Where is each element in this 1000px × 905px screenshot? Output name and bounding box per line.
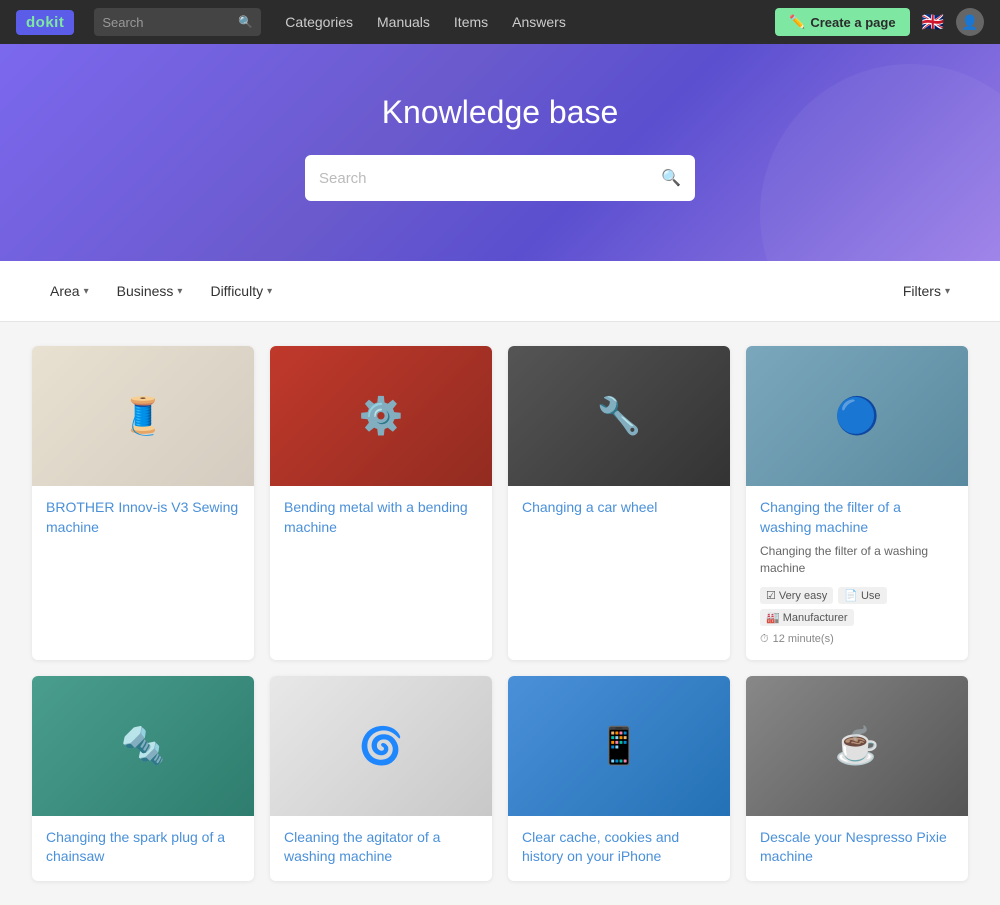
logo[interactable]: dokit <box>16 10 74 35</box>
card-body: Cleaning the agitator of a washing machi… <box>270 816 492 881</box>
difficulty-chevron-icon: ▾ <box>267 286 272 297</box>
card-title[interactable]: BROTHER Innov-is V3 Sewing machine <box>46 499 238 535</box>
card-body: Changing the filter of a washing machine… <box>746 486 968 660</box>
filters-chevron-icon: ▾ <box>945 286 950 297</box>
card-body: Descale your Nespresso Pixie machine <box>746 816 968 881</box>
card-image: ☕ <box>746 676 968 816</box>
card-image: 🔵 <box>746 346 968 486</box>
logo-text: dok <box>26 14 54 31</box>
card-iphone[interactable]: 📱 Clear cache, cookies and history on yo… <box>508 676 730 881</box>
difficulty-filter-button[interactable]: Difficulty ▾ <box>200 277 282 305</box>
card-agitator[interactable]: 🌀 Cleaning the agitator of a washing mac… <box>270 676 492 881</box>
card-title[interactable]: Changing a car wheel <box>522 499 657 515</box>
cards-grid: 🧵 BROTHER Innov-is V3 Sewing machine ⚙️ … <box>32 346 968 881</box>
card-title[interactable]: Bending metal with a bending machine <box>284 499 468 535</box>
card-image: 📱 <box>508 676 730 816</box>
business-filter-button[interactable]: Business ▾ <box>107 277 193 305</box>
card-time: ⏱ 12 minute(s) <box>760 633 954 646</box>
user-icon: 👤 <box>961 14 978 31</box>
card-image: ⚙️ <box>270 346 492 486</box>
card-tag: 📄 Use <box>838 587 886 604</box>
hero-search-icon: 🔍 <box>661 168 681 188</box>
filters-button[interactable]: Filters ▾ <box>893 277 960 305</box>
nav-search-box: 🔍 <box>94 8 261 36</box>
card-title[interactable]: Clear cache, cookies and history on your… <box>522 829 679 865</box>
card-body: Changing a car wheel <box>508 486 730 532</box>
card-image: 🔩 <box>32 676 254 816</box>
card-washing-filter[interactable]: 🔵 Changing the filter of a washing machi… <box>746 346 968 660</box>
card-image: 🌀 <box>270 676 492 816</box>
card-title[interactable]: Descale your Nespresso Pixie machine <box>760 829 947 865</box>
hero-section: Knowledge base 🔍 <box>0 44 1000 261</box>
nav-link-categories[interactable]: Categories <box>285 14 353 30</box>
filters-right: Filters ▾ <box>893 277 960 305</box>
nav-link-manuals[interactable]: Manuals <box>377 14 430 30</box>
card-tag: 🏭 Manufacturer <box>760 609 854 626</box>
card-tag: ☑ Very easy <box>760 587 833 604</box>
card-sewing[interactable]: 🧵 BROTHER Innov-is V3 Sewing machine <box>32 346 254 660</box>
card-body: Bending metal with a bending machine <box>270 486 492 551</box>
card-body: BROTHER Innov-is V3 Sewing machine <box>32 486 254 551</box>
filters-bar: Area ▾ Business ▾ Difficulty ▾ Filters ▾ <box>0 261 1000 322</box>
nav-link-answers[interactable]: Answers <box>512 14 566 30</box>
nav-search-icon: 🔍 <box>238 15 253 29</box>
card-title[interactable]: Changing the spark plug of a chainsaw <box>46 829 225 865</box>
area-filter-button[interactable]: Area ▾ <box>40 277 99 305</box>
card-title[interactable]: Cleaning the agitator of a washing machi… <box>284 829 440 865</box>
card-title[interactable]: Changing the filter of a washing machine <box>760 499 901 535</box>
card-body: Clear cache, cookies and history on your… <box>508 816 730 881</box>
card-wheel[interactable]: 🔧 Changing a car wheel <box>508 346 730 660</box>
clock-icon: ⏱ <box>760 633 769 646</box>
pencil-icon: ✏️ <box>789 14 805 30</box>
card-bending[interactable]: ⚙️ Bending metal with a bending machine <box>270 346 492 660</box>
business-chevron-icon: ▾ <box>177 286 182 297</box>
card-tags: ☑ Very easy 📄 Use 🏭 Manufacturer <box>760 587 954 626</box>
navbar: dokit 🔍 Categories Manuals Items Answers… <box>0 0 1000 44</box>
area-chevron-icon: ▾ <box>84 286 89 297</box>
hero-search-input[interactable] <box>319 170 651 187</box>
nav-links: Categories Manuals Items Answers <box>285 14 566 30</box>
card-image: 🧵 <box>32 346 254 486</box>
card-nespresso[interactable]: ☕ Descale your Nespresso Pixie machine <box>746 676 968 881</box>
card-body: Changing the spark plug of a chainsaw <box>32 816 254 881</box>
nav-right: ✏️ Create a page 🇬🇧 👤 <box>775 8 984 36</box>
hero-search-box: 🔍 <box>305 155 695 201</box>
content-area: 🧵 BROTHER Innov-is V3 Sewing machine ⚙️ … <box>0 322 1000 905</box>
card-image: 🔧 <box>508 346 730 486</box>
hero-title: Knowledge base <box>20 94 980 131</box>
create-page-button[interactable]: ✏️ Create a page <box>775 8 909 36</box>
language-flag[interactable]: 🇬🇧 <box>922 12 944 33</box>
card-chainsaw[interactable]: 🔩 Changing the spark plug of a chainsaw <box>32 676 254 881</box>
user-avatar[interactable]: 👤 <box>956 8 984 36</box>
nav-link-items[interactable]: Items <box>454 14 488 30</box>
nav-search-input[interactable] <box>102 15 232 30</box>
logo-accent: it <box>54 14 64 31</box>
card-desc: Changing the filter of a washing machine <box>760 543 954 577</box>
